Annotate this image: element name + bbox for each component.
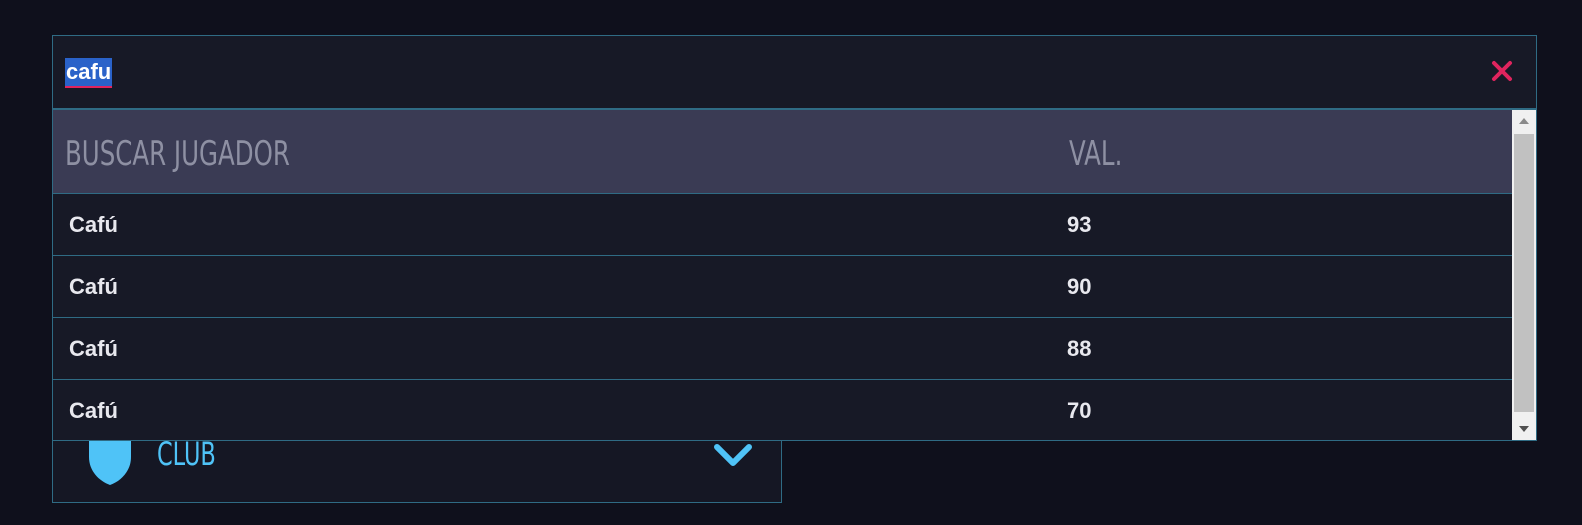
chevron-down-icon[interactable]	[713, 441, 753, 471]
player-name: Cafú	[69, 398, 118, 423]
scroll-thumb[interactable]	[1514, 134, 1534, 412]
results-header: BUSCAR JUGADOR VAL.	[53, 110, 1512, 194]
result-row[interactable]: Cafú 70	[53, 380, 1512, 440]
scroll-up-arrow-icon[interactable]	[1512, 110, 1536, 132]
close-icon[interactable]	[1489, 58, 1515, 84]
player-rating: 88	[1067, 336, 1092, 361]
scroll-down-arrow-icon[interactable]	[1512, 418, 1536, 440]
column-header-player: BUSCAR JUGADOR	[65, 134, 290, 174]
search-input[interactable]: cafu	[65, 58, 113, 88]
result-row[interactable]: Cafú 93	[53, 194, 1512, 256]
shield-icon	[89, 435, 131, 485]
search-results-dropdown: BUSCAR JUGADOR VAL. Cafú 93 Cafú 90 Cafú…	[52, 109, 1537, 441]
player-search-bar: cafu	[52, 35, 1537, 109]
column-header-rating: VAL.	[1069, 134, 1123, 174]
page: CLUB cafu BUSCAR JUGADOR VAL. Cafú 93 Ca…	[0, 0, 1582, 525]
player-name: Cafú	[69, 274, 118, 299]
results-table: BUSCAR JUGADOR VAL. Cafú 93 Cafú 90 Cafú…	[53, 110, 1512, 440]
results-scrollbar[interactable]	[1512, 110, 1536, 440]
result-row[interactable]: Cafú 88	[53, 318, 1512, 380]
player-rating: 90	[1067, 274, 1092, 299]
player-name: Cafú	[69, 212, 118, 237]
player-rating: 93	[1067, 212, 1092, 237]
result-row[interactable]: Cafú 90	[53, 256, 1512, 318]
player-name: Cafú	[69, 336, 118, 361]
player-rating: 70	[1067, 398, 1092, 423]
